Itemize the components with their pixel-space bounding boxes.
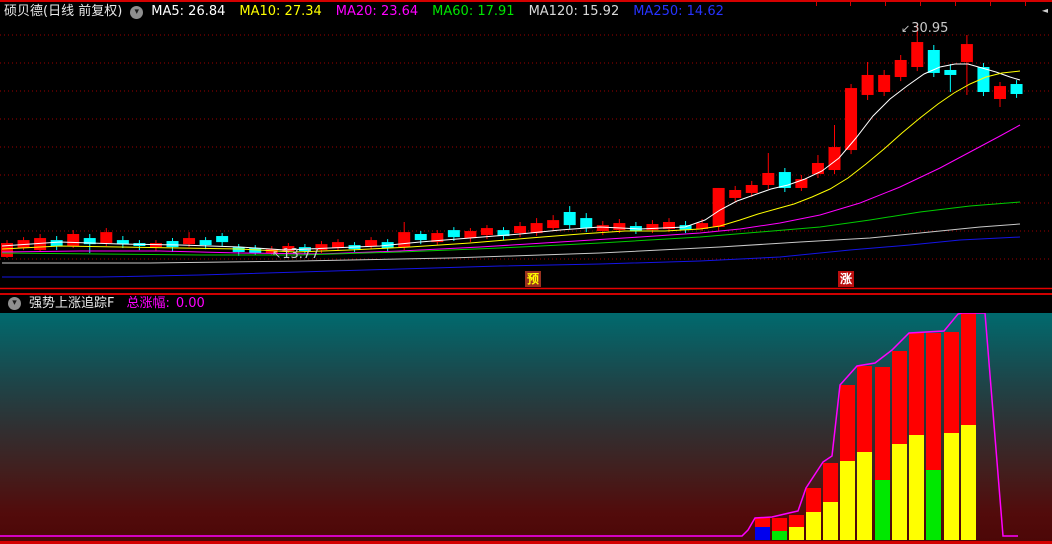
candle-body-up [596,225,609,232]
header-right-arrow-icon[interactable]: ◄ [1042,6,1048,16]
indicator-bar-segment [755,518,770,527]
candle-body-up [183,238,196,245]
chart-header: 硕贝德(日线 前复权) ▾ MA5: 26.84 MA10: 27.34 MA20:… [0,3,1052,21]
chevron-down-icon[interactable]: ▾ [130,5,144,19]
indicator-bar-segment [909,435,924,540]
indicator-bar-segment [772,518,787,531]
metric-label: 总涨幅: [126,296,170,311]
indicator-bar-segment [909,333,924,435]
candle-body-down [166,241,179,248]
indicator-bar-segment [823,502,838,540]
indicator-bar-segment [823,463,838,502]
candle-body-up [729,189,742,198]
window-top-border [0,0,1052,2]
price-annotation-high: ↙30.95 [901,21,949,36]
ma-legend-item: MA10: 27.34 [239,4,322,19]
candle-body-up [398,232,411,248]
candle-body-up [894,59,907,77]
ma-legend-item: MA250: 14.62 [633,4,724,19]
indicator-bar-segment [840,385,855,461]
indicator-bar-segment [755,527,770,540]
candle-body-up [712,187,725,227]
indicator-bar-segment [961,313,976,425]
indicator-bar-segment [892,444,907,540]
indicator-bar-segment [926,333,941,470]
candle-body-up [861,74,874,95]
signal-marker-yu: 预 [525,271,541,287]
candle-body-down [563,212,576,226]
price-annotation-low: ↖13.77 [272,247,320,262]
candle-body-up [514,226,527,234]
candle-body-down [580,218,593,229]
candle-body-down [1010,84,1023,95]
ma-legend-item: MA5: 26.84 [151,4,226,19]
candle-body-up [365,240,378,247]
indicator-bar-segment [789,515,804,527]
indicator-bar-segment [961,425,976,540]
ma-legend-item: MA20: 23.64 [335,4,419,19]
candle-body-up [994,86,1006,100]
indicator-bar-segment [806,512,821,540]
indicator-bar-segment [806,488,821,512]
stock-title: 硕贝德(日线 前复权) [4,4,123,19]
indicator-bar-segment [857,366,872,452]
stock-app-window: 硕贝德(日线 前复权) ▾ MA5: 26.84 MA10: 27.34 MA20:… [0,0,1052,544]
indicator-title: 强势上涨追踪F [29,296,115,311]
candle-body-up [547,220,560,229]
metric-value: 0.00 [175,296,205,311]
ma-line-MA250 [2,236,1021,278]
candle-body-down [944,69,957,75]
candle-body-up [845,88,858,151]
candle-body-up [745,185,758,193]
indicator-bar-segment [857,452,872,540]
candle-body-up [464,231,477,239]
ma-legend-item: MA60: 17.91 [432,4,515,19]
candle-body-up [878,74,891,92]
signal-marker-zhang: 涨 [838,271,854,287]
candle-body-up [613,223,626,231]
indicator-bar-segment [875,367,890,480]
candle-body-down [199,240,212,246]
candle-body-up [100,232,113,244]
annotation-arrow-icon: ↖ [272,248,282,261]
ma-legend-item: MA120: 15.92 [528,4,620,19]
indicator-bar-segment [892,351,907,444]
candle-body-up [762,172,775,185]
candle-body-up [480,228,493,236]
indicator-bar-segment [875,480,890,540]
candle-body-down [414,234,427,241]
candle-body-down [447,230,460,238]
indicator-bar-segment [840,461,855,540]
indicator-bar-segment [944,332,959,433]
candle-body-up [960,44,973,63]
candle-body-down [216,236,229,243]
annotation-arrow-icon: ↙ [901,22,911,35]
chevron-down-icon[interactable]: ▾ [8,297,21,310]
candlestick-chart[interactable] [0,22,1052,290]
candle-body-down [50,240,63,247]
candle-body-up [911,42,924,68]
ma-legend: MA5: 26.84 MA10: 27.34 MA20: 23.64 MA60: 17… [151,3,738,21]
indicator-bar-segment [926,470,941,540]
indicator-header: ▾ 强势上涨追踪F 总涨幅: 0.00 [0,295,1052,312]
candle-body-up [67,234,80,247]
indicator-bar-segment [789,527,804,540]
indicator-chart[interactable] [0,313,1052,541]
indicator-bar-segment [772,531,787,540]
candle-body-up [646,224,659,231]
indicator-bar-segment [944,433,959,540]
